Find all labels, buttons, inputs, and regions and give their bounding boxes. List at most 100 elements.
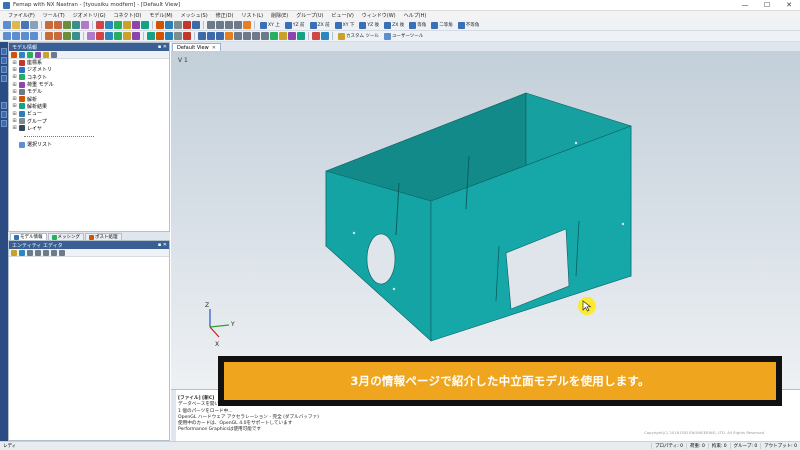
split-icon[interactable] [96,32,104,40]
tab-meshing[interactable]: メッシング [47,233,84,240]
dock-tab[interactable] [1,48,7,55]
view-dimetric-button[interactable]: 二等角 [429,21,455,29]
menu-list[interactable]: リスト(L) [237,12,267,19]
tree-item-coordinate-system[interactable]: ⊞ 座標系 [12,59,169,66]
lock-icon[interactable] [51,249,57,256]
dock-tab[interactable] [1,102,7,109]
analysis-icon[interactable] [183,21,191,29]
expand-icon[interactable] [19,51,25,58]
menu-model[interactable]: モデル(M) [145,12,176,19]
collapse-icon[interactable] [51,51,57,58]
expand-icon[interactable]: ⊞ [12,111,17,117]
graphics-viewport[interactable]: V 1 Z Y X [171,51,800,389]
stitch-icon[interactable] [105,32,113,40]
filter-icon[interactable] [11,51,17,58]
view-trimetric-button[interactable]: 不等角 [456,21,482,29]
trim-icon[interactable] [123,32,131,40]
constraint-icon[interactable] [165,21,173,29]
menu-connect[interactable]: コネクト(O) [110,12,146,19]
material-icon[interactable] [72,32,80,40]
mesh-size-icon[interactable] [156,32,164,40]
new-file-icon[interactable] [3,21,11,29]
workplane-icon[interactable] [252,32,260,40]
dock-tab[interactable] [1,57,7,64]
layer-icon[interactable] [141,21,149,29]
menu-geometry[interactable]: ジオメトリ(G) [69,12,110,19]
custom-tools-button[interactable]: カスタム ツール [336,32,381,40]
tree-item-groups[interactable]: ⊞ グループ [12,117,169,125]
expand-icon[interactable]: ⊞ [12,89,17,95]
tree-item-views[interactable]: ⊞ ビュー [12,110,169,117]
menu-modify[interactable]: 修正(D) [212,12,238,19]
close-button[interactable]: ✕ [778,0,800,11]
visibility-icon[interactable] [270,32,278,40]
shading-icon[interactable] [288,32,296,40]
expand-icon[interactable]: ⊞ [12,67,17,73]
color-icon[interactable] [279,32,287,40]
query-icon[interactable] [321,32,329,40]
minimize-button[interactable]: — [734,0,756,11]
tree-item-connect[interactable]: ⊞ コネクト [12,74,169,81]
refresh-icon[interactable] [43,249,49,256]
view-isometric-button[interactable]: 等角 [407,21,428,29]
measure-icon[interactable] [312,32,320,40]
dock-tab[interactable] [1,111,7,118]
copy-icon[interactable] [72,21,80,29]
tree-item-selection-list[interactable]: 選択リスト [12,141,169,148]
node-icon[interactable] [45,32,53,40]
panel-pin-close[interactable]: ▪ ✕ [158,242,167,248]
tree-item-analysis[interactable]: ⊞ 解析 [12,95,169,103]
panel-pin-close[interactable]: ▪ ✕ [158,44,167,50]
highlight-icon[interactable] [123,21,131,29]
render-icon[interactable] [243,21,251,29]
options-icon[interactable] [43,51,49,58]
snap-icon[interactable] [261,32,269,40]
deform-icon[interactable] [207,32,215,40]
pick-icon[interactable] [27,249,33,256]
view-xy-bottom-button[interactable]: XY 下 [333,21,357,29]
menu-window[interactable]: ウィンドウ(W) [358,12,400,19]
select-mode-icon[interactable] [234,32,242,40]
user-tools-button[interactable]: ユーザーツール [382,32,425,40]
midsurface-icon[interactable] [87,32,95,40]
maximize-button[interactable]: ☐ [756,0,778,11]
apply-icon[interactable] [19,249,25,256]
save-icon[interactable] [21,21,29,29]
close-icon[interactable]: ✕ [212,45,216,51]
point-icon[interactable] [3,32,11,40]
pan-icon[interactable] [216,21,224,29]
paste-icon[interactable] [81,21,89,29]
zoom-icon[interactable] [225,21,233,29]
tree-item-layers[interactable]: ⊞ レイヤ [12,125,169,132]
mesh-control-icon[interactable] [147,32,155,40]
open-file-icon[interactable] [12,21,20,29]
menu-tools[interactable]: ツール(T) [39,12,69,19]
select-icon[interactable] [11,249,17,256]
view-yz-back-button[interactable]: YZ 後 [357,21,381,29]
tab-default-view[interactable]: Default View ✕ [172,43,221,51]
redo-icon[interactable] [54,21,62,29]
view-zx-front-button[interactable]: ZX 前 [308,21,332,29]
expand-icon[interactable]: ⊞ [12,82,17,88]
dock-tab[interactable] [1,75,7,82]
animate-icon[interactable] [216,32,224,40]
search-icon[interactable] [35,51,41,58]
menu-delete[interactable]: 削除(E) [267,12,292,19]
expand-icon[interactable]: ⊞ [12,118,17,124]
menu-mesh[interactable]: メッシュ(S) [177,12,212,19]
tree-item-geometry[interactable]: ⊞ ジオメトリ [12,66,169,73]
menu-view[interactable]: ビュー(V) [327,12,357,19]
sort-icon[interactable] [59,249,65,256]
extend-icon[interactable] [114,32,122,40]
view-yz-front-button[interactable]: YZ 前 [283,21,307,29]
curve-icon[interactable] [12,32,20,40]
settings-icon[interactable] [35,249,41,256]
view-xy-top-button[interactable]: XY 上 [258,21,282,29]
solid-icon[interactable] [30,32,38,40]
tree-item-model[interactable]: ⊞ モデル [12,88,169,95]
expand-icon[interactable]: ⊞ [12,60,17,66]
load-icon[interactable] [156,21,164,29]
expand-icon[interactable]: ⊞ [12,103,17,109]
expand-icon[interactable]: ⊞ [12,96,17,102]
tab-postprocessing[interactable]: ポスト処理 [85,233,122,240]
